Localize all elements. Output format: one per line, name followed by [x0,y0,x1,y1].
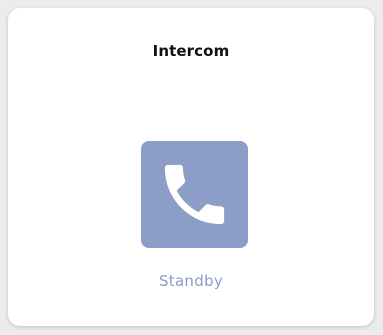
intercom-card: Intercom Standby [8,8,374,326]
phone-icon [164,164,225,225]
call-button[interactable] [141,141,248,248]
card-title: Intercom [152,42,230,60]
status-text: Standby [158,272,224,290]
